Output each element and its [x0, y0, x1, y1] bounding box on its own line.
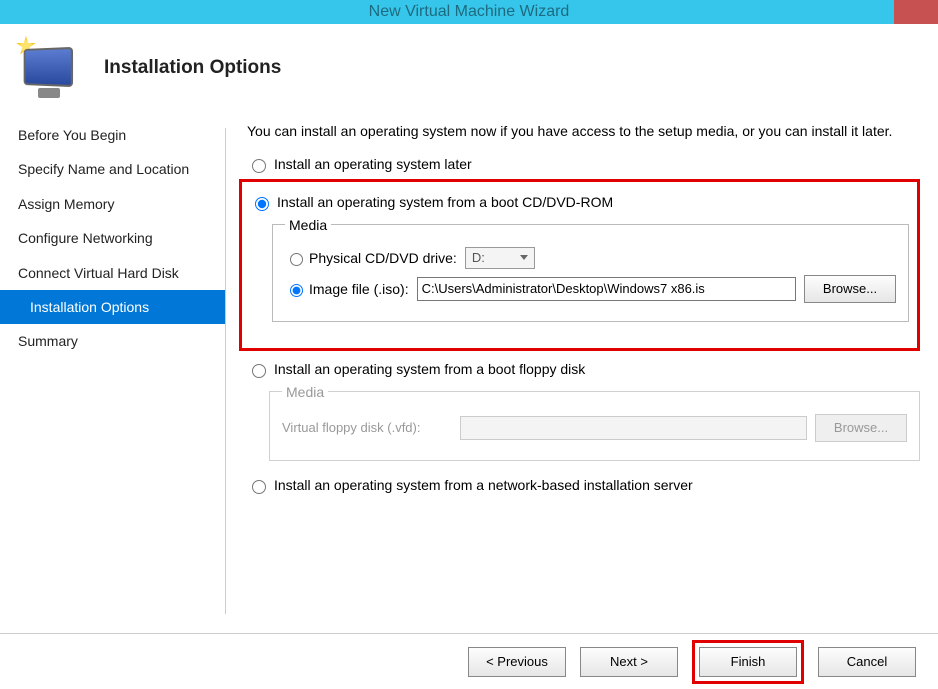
input-image-path[interactable]: [417, 277, 796, 301]
title-bar: New Virtual Machine Wizard: [0, 0, 938, 24]
sidebar-item-connect-vhd[interactable]: Connect Virtual Hard Disk: [0, 256, 225, 290]
radio-image-file[interactable]: [290, 284, 303, 297]
highlighted-section: Install an operating system from a boot …: [239, 179, 920, 351]
radio-install-later[interactable]: [252, 159, 266, 173]
wizard-footer: < Previous Next > Finish Cancel: [0, 633, 938, 689]
wizard-icon: [14, 38, 84, 98]
label-install-cd: Install an operating system from a boot …: [277, 194, 613, 210]
label-install-later: Install an operating system later: [274, 156, 472, 172]
cancel-button[interactable]: Cancel: [818, 647, 916, 677]
sidebar-item-specify-name[interactable]: Specify Name and Location: [0, 152, 225, 186]
radio-install-floppy[interactable]: [252, 364, 266, 378]
radio-install-cd[interactable]: [255, 197, 269, 211]
intro-text: You can install an operating system now …: [247, 122, 920, 142]
label-install-floppy: Install an operating system from a boot …: [274, 361, 585, 377]
floppy-fieldset: Media Virtual floppy disk (.vfd): Browse…: [269, 384, 920, 461]
label-install-network: Install an operating system from a netwo…: [274, 477, 693, 493]
divider: [225, 128, 226, 614]
input-vfd-path: [460, 416, 807, 440]
radio-physical-drive[interactable]: [290, 253, 303, 266]
browse-iso-button[interactable]: Browse...: [804, 275, 896, 303]
select-physical-drive[interactable]: D:: [465, 247, 535, 269]
wizard-title: Installation Options: [104, 57, 281, 79]
sidebar-item-before-you-begin[interactable]: Before You Begin: [0, 118, 225, 152]
floppy-legend: Media: [282, 384, 328, 400]
sidebar-item-summary[interactable]: Summary: [0, 324, 225, 358]
browse-vfd-button: Browse...: [815, 414, 907, 442]
finish-button[interactable]: Finish: [699, 647, 797, 677]
sidebar-item-installation-options[interactable]: Installation Options: [0, 290, 225, 324]
label-physical-drive[interactable]: Physical CD/DVD drive:: [285, 250, 457, 266]
previous-button[interactable]: < Previous: [468, 647, 566, 677]
wizard-header: Installation Options: [0, 24, 938, 112]
wizard-sidebar: Before You Begin Specify Name and Locati…: [0, 112, 225, 672]
finish-highlight: Finish: [692, 640, 804, 684]
sidebar-item-configure-networking[interactable]: Configure Networking: [0, 221, 225, 255]
sidebar-item-assign-memory[interactable]: Assign Memory: [0, 187, 225, 221]
chevron-down-icon: [520, 255, 528, 260]
label-vfd: Virtual floppy disk (.vfd):: [282, 420, 452, 435]
media-legend: Media: [285, 217, 331, 233]
media-fieldset: Media Physical CD/DVD drive: D: Image fi…: [272, 217, 909, 322]
radio-install-network[interactable]: [252, 480, 266, 494]
window-close-button[interactable]: [894, 0, 938, 24]
label-image-file[interactable]: Image file (.iso):: [285, 281, 409, 297]
next-button[interactable]: Next >: [580, 647, 678, 677]
wizard-content: You can install an operating system now …: [225, 112, 938, 672]
window-title: New Virtual Machine Wizard: [369, 3, 570, 21]
